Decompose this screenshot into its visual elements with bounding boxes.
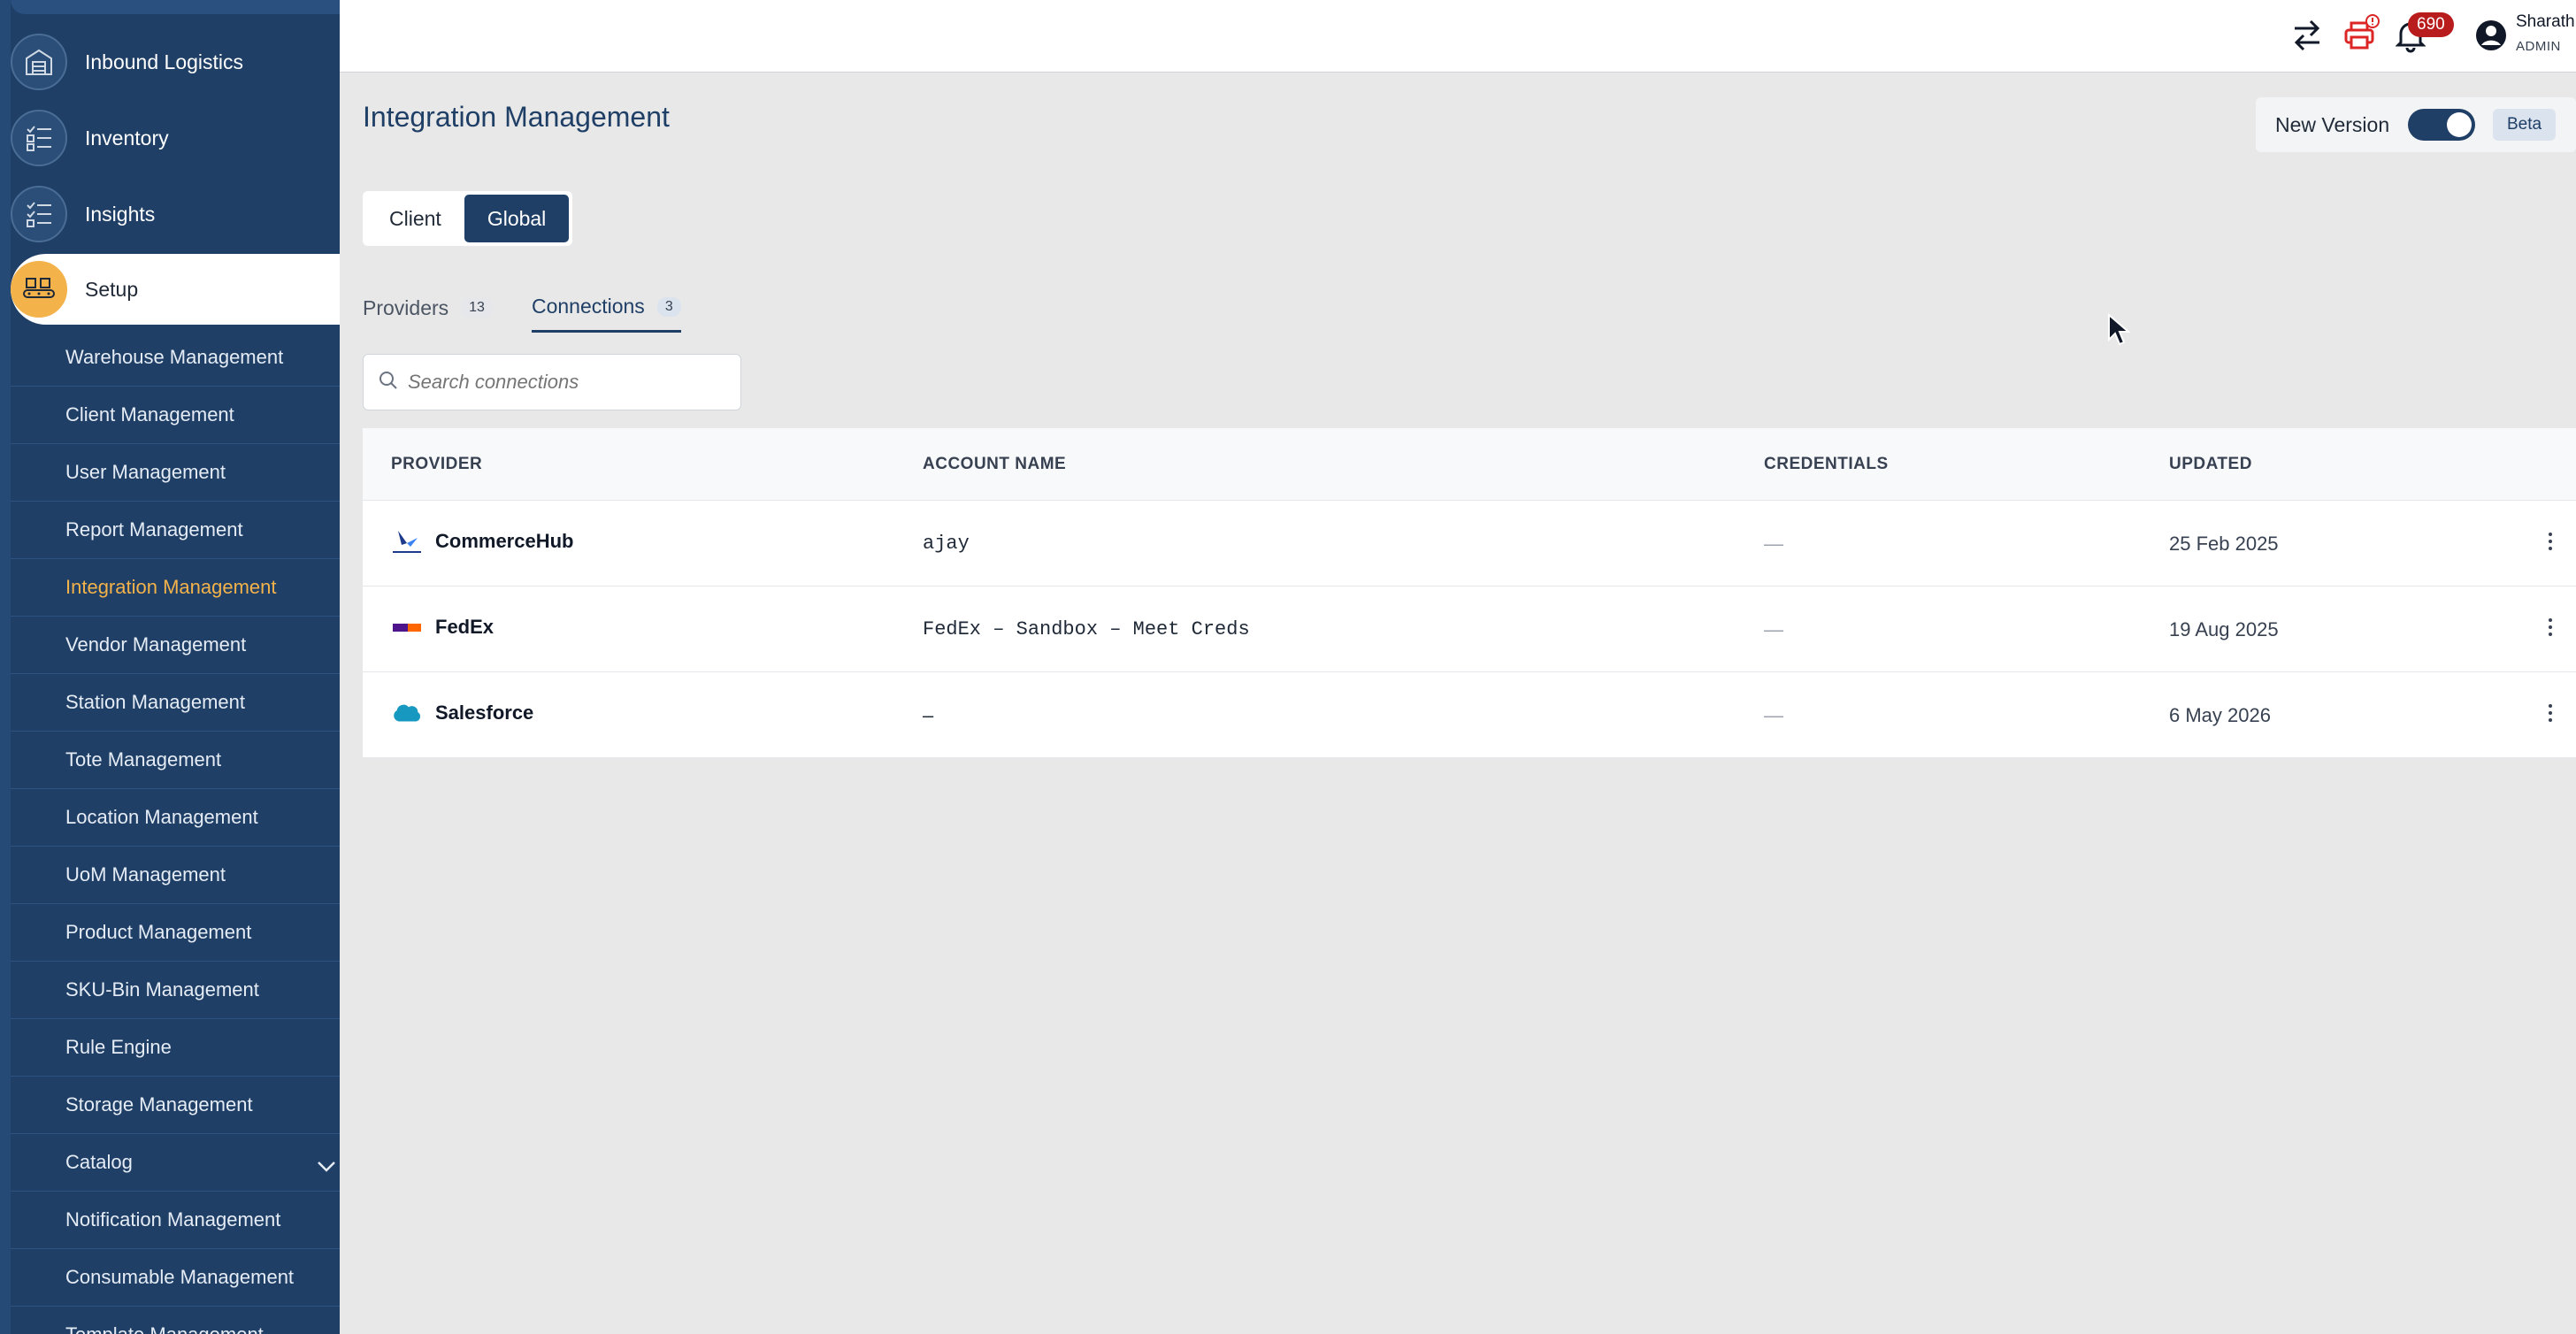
column-header-account-name[interactable]: ACCOUNT NAME [923, 455, 1066, 474]
sidebar-item-storage-management[interactable]: Storage Management [11, 1077, 340, 1134]
provider-name: FedEx [435, 616, 494, 638]
provider-cell: Salesforce [391, 699, 533, 727]
user-name[interactable]: Sharath [2516, 12, 2575, 32]
beta-badge: Beta [2493, 109, 2557, 141]
warehouse-icon [11, 34, 67, 90]
sidebar-item-integration-management[interactable]: Integration Management [11, 559, 340, 617]
table-row[interactable]: FedEx FedEx – Sandbox – Meet Creds — 19 … [363, 586, 2576, 672]
tab-connections[interactable]: Connections 3 [531, 283, 681, 333]
checklist-icon [11, 110, 67, 166]
column-header-credentials[interactable]: CREDENTIALS [1764, 455, 1889, 474]
nav-inbound-logistics[interactable]: Inbound Logistics [11, 27, 340, 97]
nav-insights[interactable]: Insights [11, 179, 340, 249]
nav-label: Setup [85, 277, 139, 301]
sidebar-item-product-management[interactable]: Product Management [11, 904, 340, 962]
sidebar-item-sku-bin-management[interactable]: SKU-Bin Management [11, 962, 340, 1019]
connections-table: PROVIDER ACCOUNT NAME CREDENTIALS UPDATE… [363, 428, 2576, 758]
scope-segmented-control: Client Global [363, 191, 573, 246]
sidebar-stripe [0, 0, 11, 1334]
checklist-icon [11, 186, 67, 242]
credentials-cell: — [1764, 533, 1783, 555]
page-title: Integration Management [363, 101, 670, 133]
account-name-cell: – [923, 704, 934, 726]
tab-count-badge: 3 [656, 296, 681, 317]
top-bar [340, 0, 2576, 73]
mouse-cursor-icon [2107, 312, 2131, 351]
sidebar-item-tote-management[interactable]: Tote Management [11, 732, 340, 789]
chevron-down-icon [317, 1155, 336, 1178]
table-header: PROVIDER ACCOUNT NAME CREDENTIALS UPDATE… [363, 428, 2576, 501]
sidebar-item-consumable-management[interactable]: Consumable Management [11, 1249, 340, 1307]
integration-tabs: Providers 13 Connections 3 [363, 283, 720, 336]
conveyor-icon [11, 261, 67, 318]
row-more-options-icon[interactable] [2546, 617, 2555, 638]
new-version-card: New Version Beta [2256, 97, 2576, 152]
sidebar-item-catalog[interactable]: Catalog [11, 1134, 340, 1192]
tab-label: Connections [531, 295, 645, 318]
nav-label: Insights [85, 202, 156, 226]
account-name-cell: FedEx – Sandbox – Meet Creds [923, 618, 1250, 640]
sidebar-top-cap [11, 0, 340, 14]
sidebar-item-station-management[interactable]: Station Management [11, 674, 340, 732]
scope-client-button[interactable]: Client [366, 195, 464, 242]
table-row[interactable]: Salesforce – — 6 May 2026 [363, 672, 2576, 758]
notification-count-badge: 690 [2408, 12, 2454, 37]
transfer-icon[interactable] [2291, 18, 2323, 53]
sidebar-item-uom-management[interactable]: UoM Management [11, 847, 340, 904]
salesforce-logo-icon [391, 699, 423, 727]
column-header-provider[interactable]: PROVIDER [391, 455, 482, 474]
tab-count-badge: 13 [461, 298, 493, 318]
table-row[interactable]: CommerceHub ajay — 25 Feb 2025 [363, 501, 2576, 586]
scope-global-button[interactable]: Global [464, 195, 570, 242]
search-box [363, 354, 741, 410]
credentials-cell: — [1764, 704, 1783, 726]
nav-inventory[interactable]: Inventory [11, 103, 340, 173]
user-account-icon[interactable] [2475, 19, 2507, 51]
sidebar-item-notification-management[interactable]: Notification Management [11, 1192, 340, 1249]
sidebar-item-location-management[interactable]: Location Management [11, 789, 340, 847]
nav-label: Inbound Logistics [85, 50, 244, 73]
sidebar-item-warehouse-management[interactable]: Warehouse Management [11, 329, 340, 387]
nav-setup[interactable]: Setup [11, 254, 340, 325]
sidebar-item-template-management[interactable]: Template Management [11, 1307, 340, 1334]
row-more-options-icon[interactable] [2546, 531, 2555, 552]
nav-label: Inventory [85, 126, 169, 150]
account-name-cell: ajay [923, 533, 970, 555]
sidebar-item-rule-engine[interactable]: Rule Engine [11, 1019, 340, 1077]
tab-label: Providers [363, 295, 449, 319]
printer-alert-icon[interactable] [2342, 14, 2380, 53]
user-role: ADMIN [2516, 39, 2561, 54]
provider-name: CommerceHub [435, 530, 574, 552]
provider-cell: CommerceHub [391, 527, 573, 556]
updated-cell: 19 Aug 2025 [2169, 618, 2279, 640]
fedex-logo-icon [391, 613, 423, 641]
updated-cell: 6 May 2026 [2169, 704, 2271, 726]
updated-cell: 25 Feb 2025 [2169, 533, 2279, 555]
search-connections-input[interactable] [408, 371, 726, 394]
toggle-knob [2447, 112, 2472, 137]
new-version-label: New Version [2275, 112, 2390, 136]
commercehub-logo-icon [391, 527, 423, 556]
provider-name: Salesforce [435, 702, 534, 724]
search-icon [378, 370, 399, 395]
setup-submenu: Warehouse Management Client Management U… [11, 329, 340, 1334]
sidebar-item-report-management[interactable]: Report Management [11, 502, 340, 559]
row-more-options-icon[interactable] [2546, 702, 2555, 724]
provider-cell: FedEx [391, 613, 494, 641]
sidebar-item-label: Catalog [65, 1151, 133, 1173]
column-header-updated[interactable]: UPDATED [2169, 455, 2252, 474]
sidebar-item-client-management[interactable]: Client Management [11, 387, 340, 444]
tab-providers[interactable]: Providers 13 [363, 283, 493, 333]
new-version-toggle[interactable] [2408, 109, 2475, 141]
credentials-cell: — [1764, 618, 1783, 640]
sidebar: Inbound Logistics Inventory Insights Set… [0, 0, 340, 1334]
sidebar-item-user-management[interactable]: User Management [11, 444, 340, 502]
sidebar-item-vendor-management[interactable]: Vendor Management [11, 617, 340, 674]
